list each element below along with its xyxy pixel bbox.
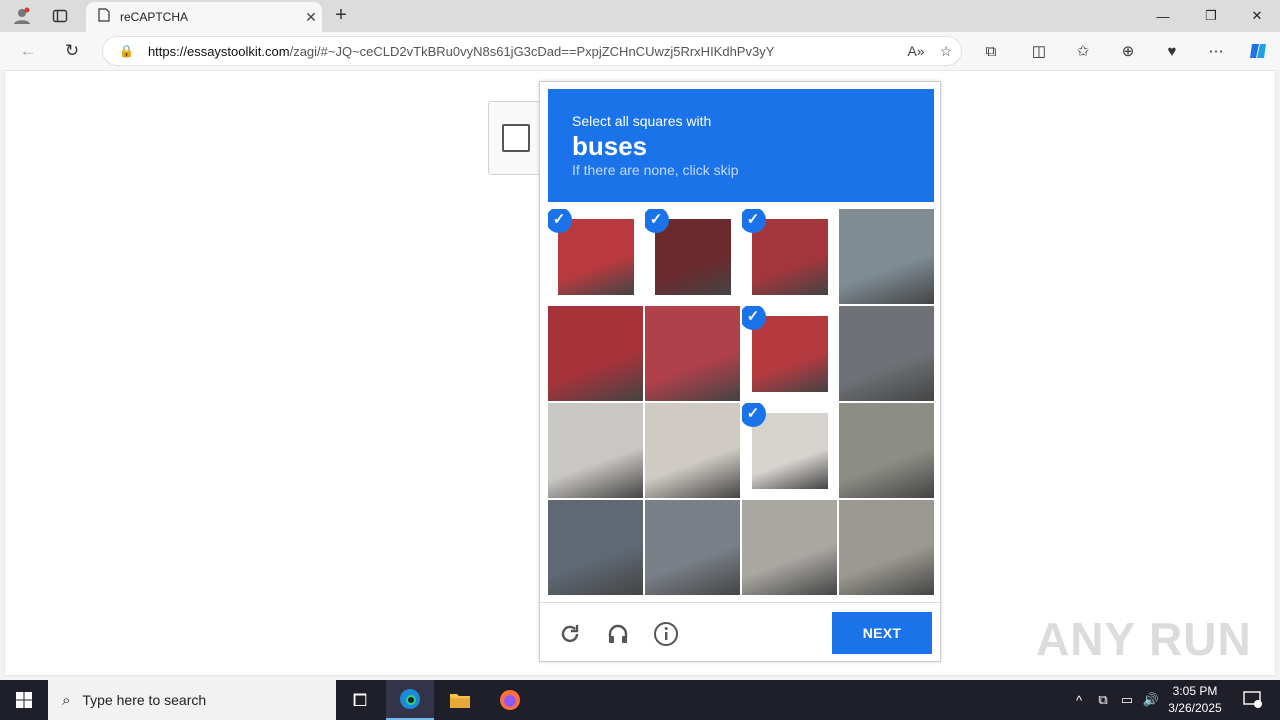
tile-image [752, 219, 828, 295]
challenge-footer: NEXT [540, 602, 940, 662]
close-tab-icon[interactable]: ✕ [300, 9, 322, 26]
performance-icon[interactable]: ♥ [1157, 38, 1187, 64]
tab-bar: reCAPTCHA ✕ + — ❐ ✕ [0, 0, 1280, 32]
navigation-bar: ← ↻ 🔒 https://essaystoolkit.com/zagi/#~J… [0, 32, 1280, 70]
instruction-text: Select all squares with [572, 113, 712, 129]
tile-image [839, 306, 934, 401]
recaptcha-checkbox[interactable] [502, 124, 530, 152]
taskbar: ⌕ Type here to search ⧠ ^ ⧉ ▭ 🔊 3:05 PM … [0, 680, 1280, 720]
browser-window: reCAPTCHA ✕ + — ❐ ✕ ← ↻ 🔒 https://essays… [0, 0, 1280, 680]
tile-image [839, 403, 934, 498]
tab-recaptcha[interactable]: reCAPTCHA ✕ [86, 2, 322, 32]
search-icon: ⌕ [62, 691, 71, 709]
copilot-icon[interactable] [1243, 38, 1273, 64]
tile-image [548, 500, 643, 595]
system-clock[interactable]: 3:05 PM 3/26/2025 [1160, 683, 1230, 717]
network-icon[interactable]: ▭ [1116, 680, 1138, 720]
captcha-tile[interactable] [548, 306, 643, 401]
page-icon [98, 7, 110, 27]
tile-image [548, 403, 643, 498]
captcha-tile[interactable] [645, 403, 740, 498]
close-window-button[interactable]: ✕ [1234, 0, 1280, 32]
tile-image [839, 209, 934, 304]
more-menu-icon[interactable]: ⋯ [1201, 38, 1231, 64]
tile-image [548, 306, 643, 401]
firefox-icon[interactable] [486, 680, 534, 720]
notifications-icon[interactable] [1238, 680, 1268, 720]
anyrun-watermark: ANY RUN [1036, 613, 1252, 665]
tile-image [752, 413, 828, 489]
tile-image [839, 500, 934, 595]
audio-challenge-icon[interactable] [605, 621, 631, 647]
tile-image [558, 219, 634, 295]
captcha-tile[interactable] [839, 403, 934, 498]
tile-image [645, 306, 740, 401]
captcha-tile[interactable] [645, 306, 740, 401]
reload-icon[interactable] [557, 621, 583, 647]
captcha-tile[interactable]: ✓ [742, 403, 837, 498]
show-hidden-icons[interactable]: ^ [1068, 680, 1090, 720]
taskbar-search[interactable]: ⌕ Type here to search [48, 680, 336, 720]
clock-date: 3/26/2025 [1168, 701, 1222, 715]
edge-browser-icon[interactable] [386, 680, 434, 720]
profile-icon[interactable] [8, 4, 36, 28]
captcha-tile[interactable] [742, 500, 837, 595]
minimize-button[interactable]: — [1140, 0, 1186, 32]
windows-start-icon[interactable] [0, 680, 48, 720]
next-button[interactable]: NEXT [832, 612, 932, 654]
url-text[interactable]: https://essaystoolkit.com/zagi/#~JQ~ceCL… [148, 44, 901, 59]
tile-image [645, 403, 740, 498]
lock-icon: 🔒 [119, 44, 134, 58]
captcha-tile[interactable] [548, 500, 643, 595]
tile-image [752, 316, 828, 392]
tab-actions-icon[interactable] [46, 4, 74, 28]
target-object: buses [572, 131, 648, 161]
skip-hint: If there are none, click skip [572, 162, 739, 178]
file-explorer-icon[interactable] [436, 680, 484, 720]
refresh-icon[interactable]: ↻ [58, 38, 86, 64]
captcha-tile[interactable] [839, 500, 934, 595]
volume-icon[interactable]: 🔊 [1140, 680, 1162, 720]
captcha-tile[interactable]: ✓ [548, 209, 643, 304]
favorites-icon[interactable]: ✩ [1068, 38, 1098, 64]
captcha-tile[interactable] [839, 209, 934, 304]
captcha-tile[interactable] [645, 500, 740, 595]
search-placeholder: Type here to search [82, 692, 207, 708]
new-tab-button[interactable]: + [328, 4, 354, 28]
restore-button[interactable]: ❐ [1188, 0, 1234, 32]
captcha-tile[interactable] [839, 306, 934, 401]
recaptcha-challenge: Select all squares with buses If there a… [539, 81, 941, 662]
address-bar[interactable]: 🔒 https://essaystoolkit.com/zagi/#~JQ~ce… [102, 36, 962, 66]
image-grid: ✓ ✓ ✓ ✓ ✓ [548, 209, 934, 595]
tile-image [655, 219, 731, 295]
captcha-tile[interactable]: ✓ [742, 209, 837, 304]
challenge-header: Select all squares with buses If there a… [548, 89, 934, 202]
favorite-star-icon[interactable]: ☆ [931, 43, 961, 60]
captcha-tile[interactable] [548, 403, 643, 498]
captcha-tile[interactable]: ✓ [645, 209, 740, 304]
captcha-tile[interactable]: ✓ [742, 306, 837, 401]
info-icon[interactable] [653, 621, 679, 647]
task-view-icon[interactable]: ⧠ [336, 680, 384, 720]
extensions-icon[interactable]: ⧉ [976, 38, 1006, 64]
collections-icon[interactable]: ⊕ [1113, 38, 1143, 64]
read-aloud-icon[interactable]: A» [901, 43, 931, 59]
tile-image [645, 500, 740, 595]
split-screen-icon[interactable]: ◫ [1024, 38, 1054, 64]
clock-time: 3:05 PM [1172, 684, 1218, 698]
tab-title: reCAPTCHA [120, 10, 189, 24]
tile-image [742, 500, 837, 595]
device-icon[interactable]: ⧉ [1092, 680, 1114, 720]
back-icon[interactable]: ← [14, 38, 42, 64]
